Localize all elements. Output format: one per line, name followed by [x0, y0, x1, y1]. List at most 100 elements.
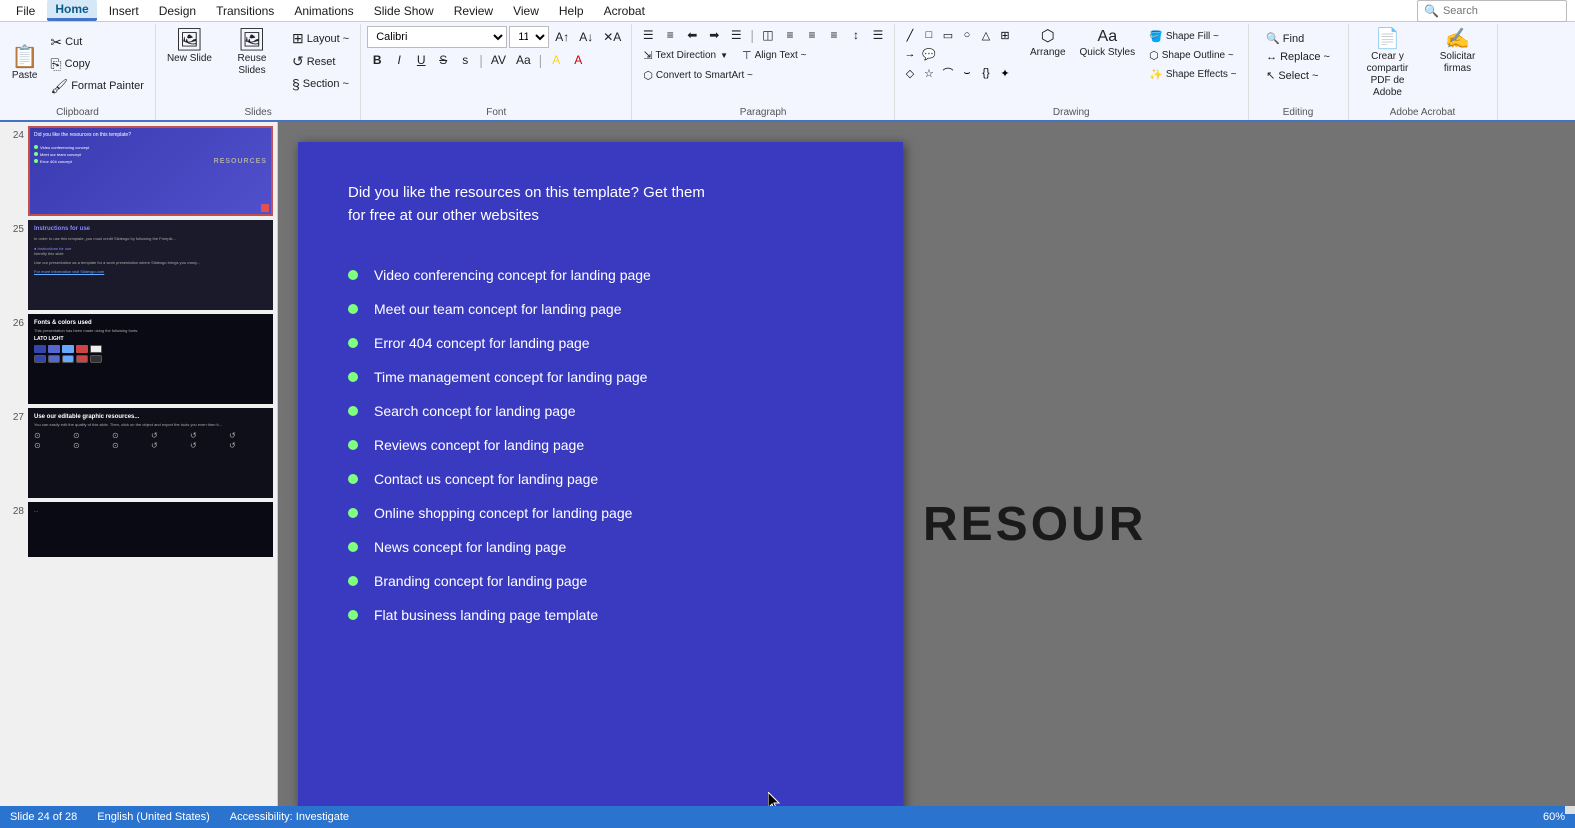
font-size-selector[interactable]: 11 — [509, 26, 549, 48]
menu-animations[interactable]: Animations — [286, 2, 361, 20]
slide-thumb-28[interactable]: ... — [28, 502, 273, 557]
shape-roundrect-icon[interactable]: ▭ — [939, 26, 957, 44]
underline-button[interactable]: U — [411, 51, 431, 69]
slide-thumb-24[interactable]: Did you like the resources on this templ… — [28, 126, 273, 216]
status-bar: Slide 24 of 28 English (United States) A… — [0, 806, 1575, 828]
format-painter-button[interactable]: 🖌 Format Painter — [45, 76, 149, 97]
shape-triangle-icon[interactable]: △ — [977, 26, 995, 44]
shape-star-icon[interactable]: ☆ — [920, 64, 938, 82]
search-input[interactable] — [1443, 5, 1543, 17]
shape-special-icon[interactable]: ✦ — [996, 64, 1014, 82]
slide-number-27: 27 — [4, 408, 24, 423]
shape-arrow-icon[interactable]: → — [901, 45, 919, 63]
justify-button[interactable]: ≡ — [824, 26, 844, 44]
slide-item-27[interactable]: 27 Use our editable graphic resources...… — [4, 408, 273, 498]
menu-insert[interactable]: Insert — [101, 2, 147, 20]
shape-callout-icon[interactable]: 💬 — [920, 45, 938, 63]
arrange-button[interactable]: ⬡ Arrange — [1025, 26, 1071, 62]
char-spacing-button[interactable]: AV — [487, 51, 510, 69]
shape-curved-icon[interactable]: ⌒ — [939, 64, 957, 82]
shape-fill-button[interactable]: 🪣 Shape Fill ~ — [1144, 28, 1241, 45]
slide-item-28[interactable]: 28 ... — [4, 502, 273, 557]
shape-rect-icon[interactable]: □ — [920, 26, 938, 44]
shape-effects-button[interactable]: ✨ Shape Effects ~ — [1144, 66, 1241, 83]
create-pdf-icon: 📄 — [1375, 29, 1400, 49]
slide-item-26[interactable]: 26 Fonts & colors used This presentation… — [4, 314, 273, 404]
select-button[interactable]: ↖ Select ~ — [1261, 67, 1323, 84]
align-center-button[interactable]: ≡ — [780, 26, 800, 44]
menu-slideshow[interactable]: Slide Show — [366, 2, 442, 20]
convert-smartart-icon: ⬡ — [643, 69, 653, 82]
shape-fill-icon: 🪣 — [1149, 30, 1163, 43]
reuse-slides-button[interactable]: 🖼 Reuse Slides — [219, 26, 285, 80]
menu-transitions[interactable]: Transitions — [208, 2, 282, 20]
line-spacing-button[interactable]: ↕ — [846, 26, 866, 44]
section-icon: § — [292, 76, 300, 92]
shape-heart-icon[interactable]: ◇ — [901, 64, 919, 82]
bold-button[interactable]: B — [367, 51, 387, 69]
paste-button[interactable]: 📋 Paste — [6, 43, 43, 85]
list-item: Reviews concept for landing page — [348, 437, 853, 453]
menu-view[interactable]: View — [505, 2, 547, 20]
shape-oval-icon[interactable]: ○ — [958, 26, 976, 44]
highlight-color-button[interactable]: A — [546, 51, 566, 69]
reset-button[interactable]: ↺ Reset — [287, 51, 354, 72]
shape-outline-button[interactable]: ⬡ Shape Outline ~ — [1144, 47, 1241, 64]
increase-font-button[interactable]: A↑ — [551, 28, 573, 46]
align-text-button[interactable]: ⊤ Align Text ~ — [737, 47, 811, 64]
list-item: Meet our team concept for landing page — [348, 301, 853, 317]
menu-review[interactable]: Review — [446, 2, 501, 20]
menu-help[interactable]: Help — [551, 2, 592, 20]
layout-button[interactable]: ⊞ Layout ~ — [287, 28, 354, 49]
request-signatures-button[interactable]: ✍ Solicitar firmas — [1425, 26, 1491, 78]
shadow-button[interactable]: s — [455, 51, 475, 69]
quick-styles-button[interactable]: Aa Quick Styles — [1075, 26, 1141, 62]
create-pdf-button[interactable]: 📄 Crear y compartir PDF de Adobe — [1355, 26, 1421, 102]
section-button[interactable]: § Section ~ — [287, 74, 354, 94]
font-size-aa-button[interactable]: Aa — [512, 51, 535, 69]
shape-eq-icon[interactable]: {} — [977, 64, 995, 82]
menu-home[interactable]: Home — [47, 0, 96, 21]
convert-smartart-button[interactable]: ⬡ Convert to SmartArt ~ — [638, 67, 758, 84]
menu-file[interactable]: File — [8, 2, 43, 20]
find-button[interactable]: 🔍 Find — [1261, 30, 1309, 47]
decrease-indent-button[interactable]: ⬅ — [682, 26, 702, 44]
menu-design[interactable]: Design — [151, 2, 204, 20]
zoom-level: 60% — [1543, 811, 1565, 823]
menu-bar: File Home Insert Design Transitions Anim… — [0, 0, 1575, 22]
align-left-button[interactable]: ◫ — [758, 26, 778, 44]
shape-outline-icon: ⬡ — [1149, 49, 1159, 62]
right-partial-panel: RESOUR — [923, 142, 1146, 806]
slide-thumb-27[interactable]: Use our editable graphic resources... Yo… — [28, 408, 273, 498]
text-direction-button[interactable]: ⇲ Text Direction ▼ — [638, 47, 733, 64]
search-bar[interactable]: 🔍 — [1417, 0, 1567, 22]
columns-button[interactable]: ☰ — [726, 26, 746, 44]
replace-button[interactable]: ↔ Replace ~ — [1261, 49, 1335, 65]
copy-button[interactable]: ⎘ Copy — [45, 54, 149, 75]
shape-line-icon[interactable]: ╱ — [901, 26, 919, 44]
slide-thumb-26[interactable]: Fonts & colors used This presentation ha… — [28, 314, 273, 404]
strikethrough-button[interactable]: S — [433, 51, 453, 69]
shape-more-icon[interactable]: ⊞ — [996, 26, 1014, 44]
cut-button[interactable]: ✂ Cut — [45, 32, 149, 53]
bullet-dot-4 — [348, 372, 358, 382]
para-options-button[interactable]: ☰ — [868, 26, 888, 44]
slide-item-24[interactable]: 24 Did you like the resources on this te… — [4, 126, 273, 216]
slide-item-25[interactable]: 25 Instructions for use In order to use … — [4, 220, 273, 310]
font-selector[interactable]: Calibri — [367, 26, 507, 48]
italic-button[interactable]: I — [389, 51, 409, 69]
bullet-dot-11 — [348, 610, 358, 620]
increase-indent-button[interactable]: ➡ — [704, 26, 724, 44]
shape-arc-icon[interactable]: ⌣ — [958, 64, 976, 82]
bullet-dot-2 — [348, 304, 358, 314]
search-icon: 🔍 — [1424, 4, 1439, 18]
slide-thumb-25[interactable]: Instructions for use In order to use thi… — [28, 220, 273, 310]
decrease-font-button[interactable]: A↓ — [575, 28, 597, 46]
new-slide-button[interactable]: 🖼 New Slide — [162, 26, 217, 68]
menu-acrobat[interactable]: Acrobat — [596, 2, 653, 20]
numbering-button[interactable]: ≡ — [660, 26, 680, 44]
font-color-button[interactable]: A — [568, 51, 588, 69]
bullets-button[interactable]: ☰ — [638, 26, 658, 44]
align-right-button[interactable]: ≡ — [802, 26, 822, 44]
clear-format-button[interactable]: ✕A — [599, 28, 625, 46]
